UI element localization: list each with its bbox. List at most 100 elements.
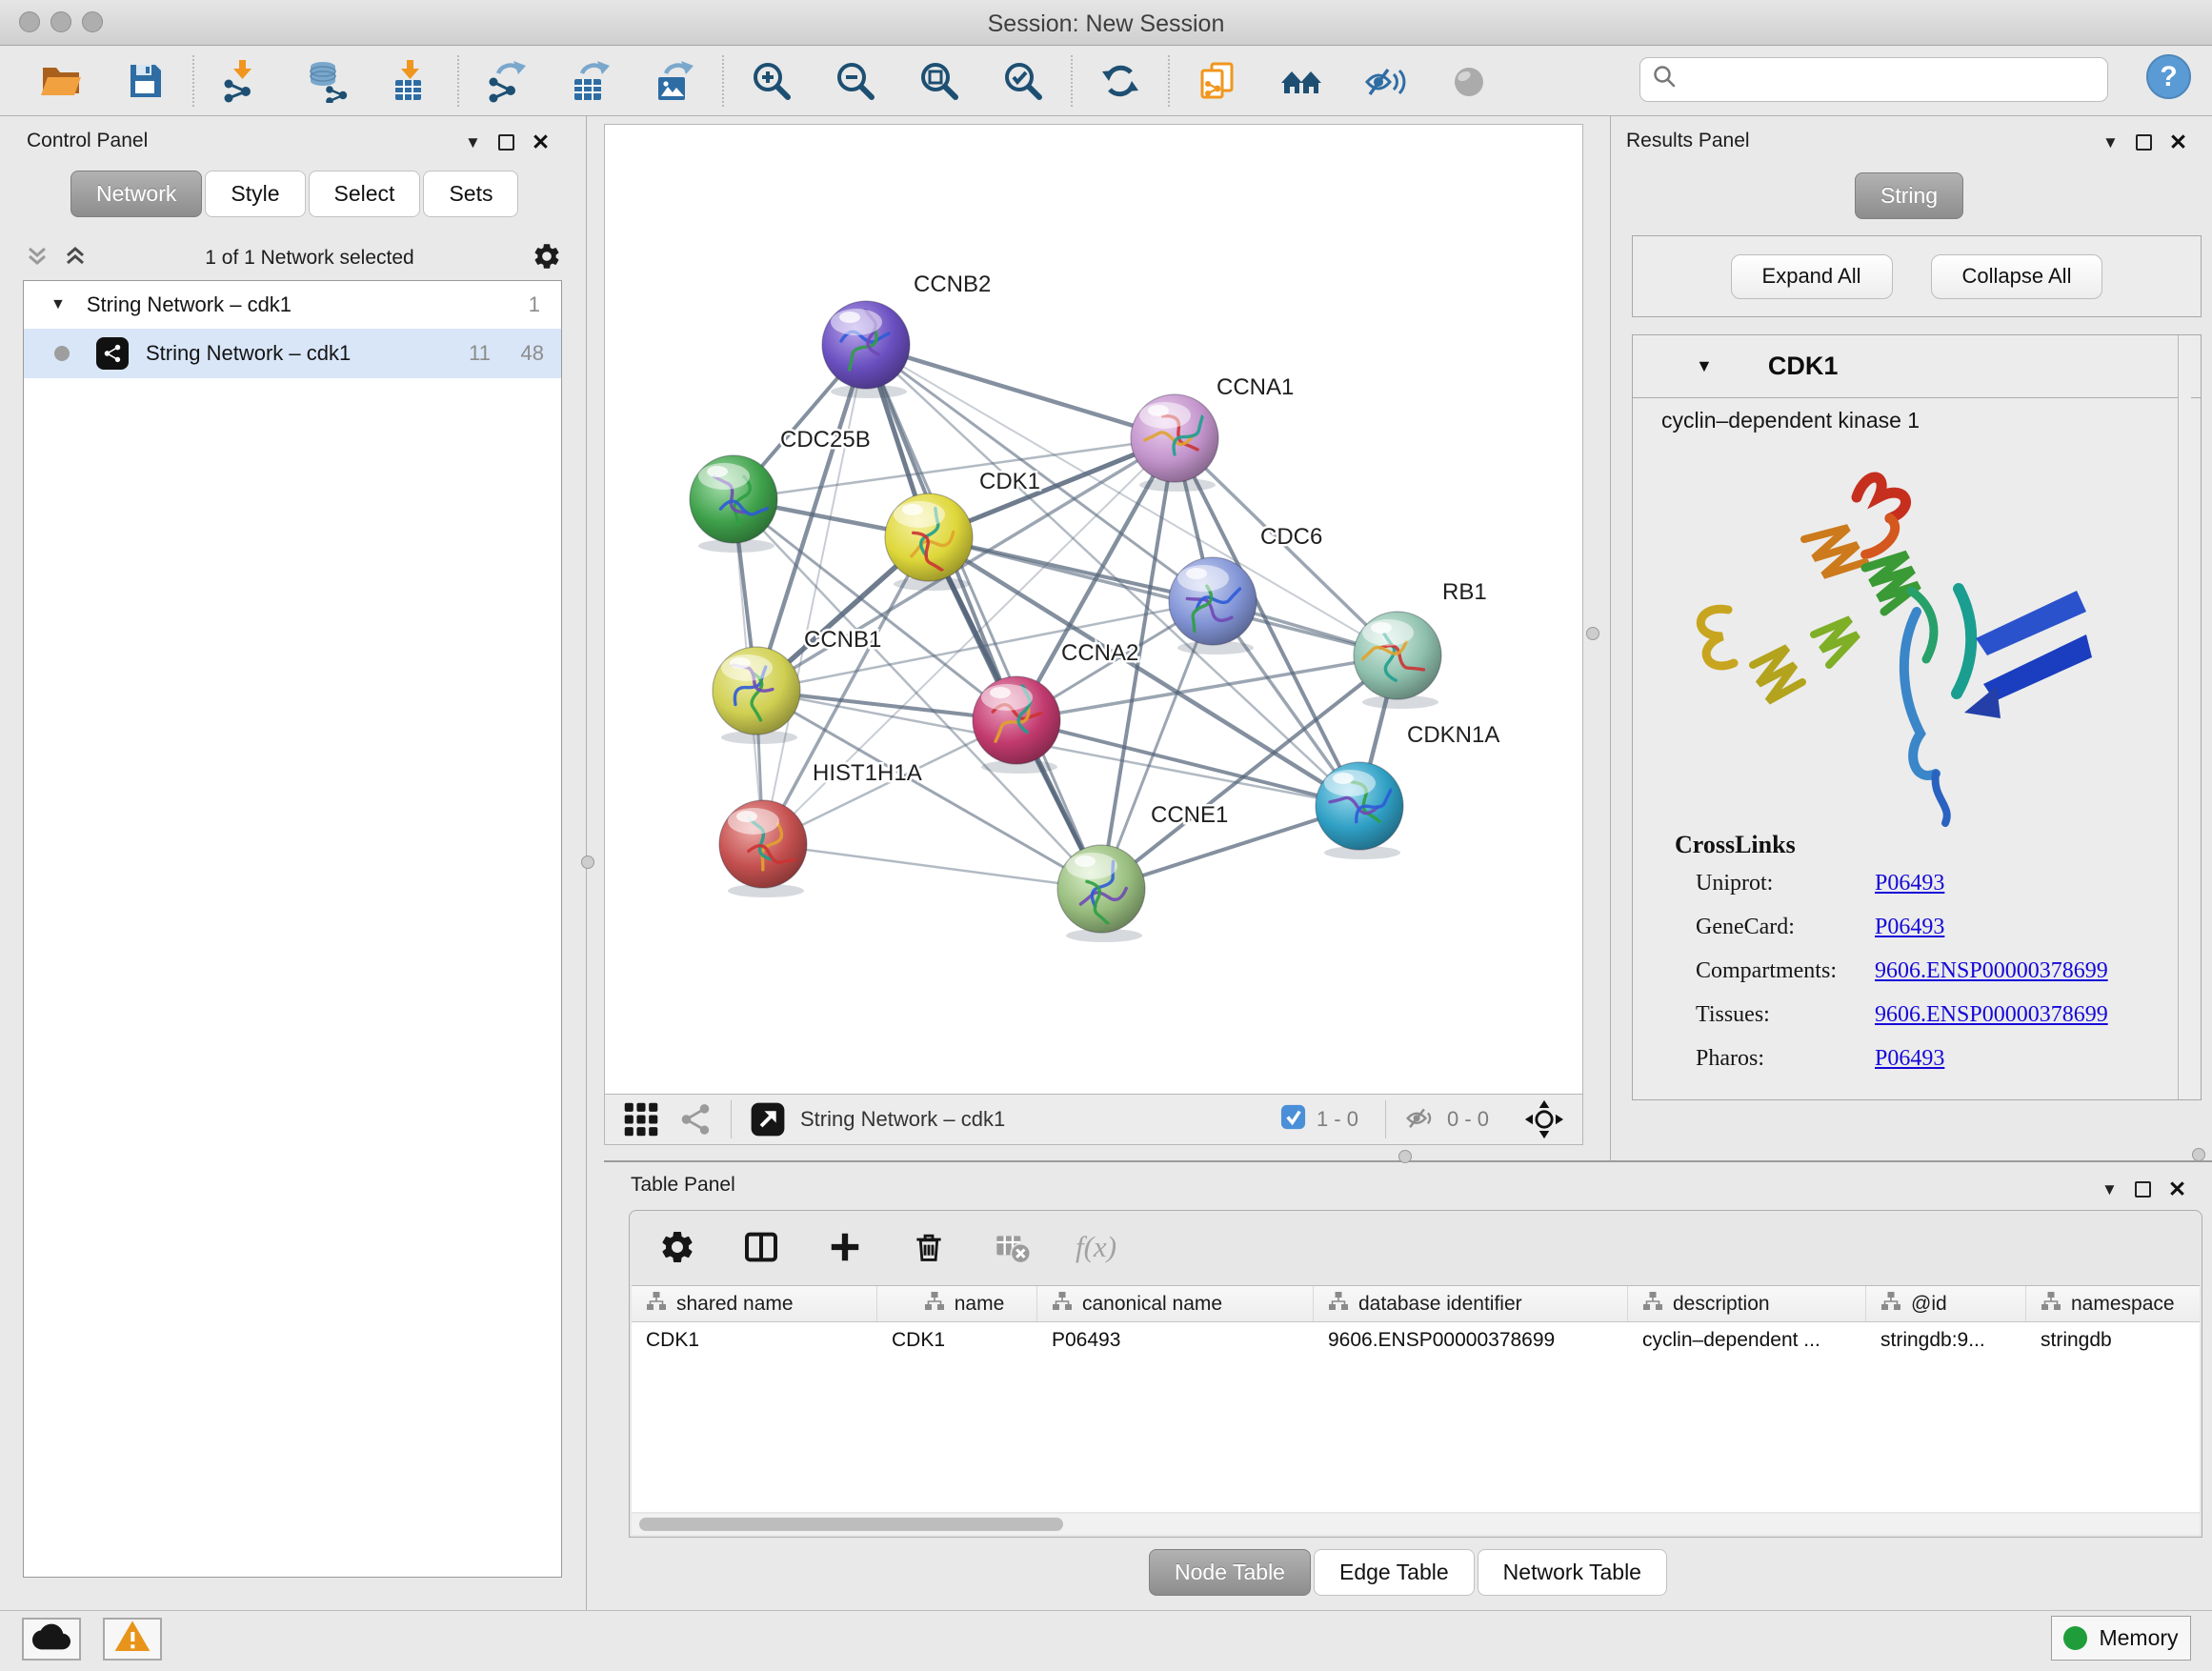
hide-graphics-details-button[interactable] <box>1362 58 1408 104</box>
network-edge-CDK1-RB1[interactable] <box>929 537 1398 655</box>
birds-eye-view-icon[interactable] <box>1523 1098 1565 1140</box>
column-header-namespace[interactable]: namespace <box>2026 1286 2200 1321</box>
network-edge-CCNB2-CCNA1[interactable] <box>866 345 1175 438</box>
section-expander-icon[interactable]: ▼ <box>1696 356 1713 376</box>
tab-edge-table[interactable]: Edge Table <box>1314 1549 1475 1596</box>
export-table-button[interactable] <box>568 58 613 104</box>
network-node-CDKN1A[interactable]: CDKN1A <box>1316 722 1499 859</box>
hidden-eye-slash-icon[interactable] <box>1403 1100 1438 1139</box>
tab-string[interactable]: String <box>1855 172 1963 219</box>
refresh-network-button[interactable] <box>1097 58 1143 104</box>
zoom-out-button[interactable] <box>833 58 878 104</box>
splitter-handle[interactable] <box>2192 1148 2205 1161</box>
column-header-canonical-name[interactable]: canonical name <box>1037 1286 1314 1321</box>
network-node-RB1[interactable]: RB1 <box>1354 579 1487 709</box>
results-scrollbar[interactable] <box>2178 335 2191 1099</box>
column-header-id[interactable]: @id <box>1866 1286 2026 1321</box>
table-panel: Table Panel ▼ ✕ f(x) shared name name ca… <box>604 1160 2212 1610</box>
splitter-handle[interactable] <box>581 856 594 869</box>
zoom-selected-button[interactable] <box>1000 58 1046 104</box>
tree-expander-icon[interactable]: ▼ <box>50 296 66 313</box>
column-header-name[interactable]: name <box>877 1286 1037 1321</box>
zoom-in-button[interactable] <box>749 58 794 104</box>
show-columns-button[interactable] <box>740 1226 782 1268</box>
delete-columns-button[interactable] <box>908 1226 950 1268</box>
control-panel-close-icon[interactable]: ✕ <box>532 131 550 153</box>
memory-button[interactable]: Memory <box>2051 1616 2191 1661</box>
network-edge-CCNB2-CCNE1[interactable] <box>866 345 1101 889</box>
gene-section-header[interactable]: ▼ CDK1 <box>1633 335 2201 398</box>
export-image-button[interactable] <box>652 58 697 104</box>
save-session-button[interactable] <box>122 58 168 104</box>
network-node-CCNB1[interactable]: CCNB1 <box>713 627 881 744</box>
import-network-from-file-button[interactable] <box>219 58 265 104</box>
splitter-handle[interactable] <box>1398 1150 1412 1163</box>
show-graphics-details-button[interactable] <box>1446 58 1492 104</box>
collapse-all-button[interactable]: Collapse All <box>1931 254 2103 299</box>
control-panel-collapse-icon[interactable]: ▼ <box>465 134 481 151</box>
network-row-selected[interactable]: String Network – cdk1 11 48 <box>24 329 561 378</box>
export-network-button[interactable] <box>484 58 530 104</box>
crosslink-uniprot-link[interactable]: P06493 <box>1875 871 1944 915</box>
crosslink-compartments-link[interactable]: 9606.ENSP00000378699 <box>1875 958 2108 1002</box>
table-panel-collapse-icon[interactable]: ▼ <box>2101 1181 2118 1198</box>
import-table-from-file-button[interactable] <box>387 58 432 104</box>
network-node-CCNA2[interactable]: CCNA2 <box>973 640 1138 774</box>
column-header-database-identifier[interactable]: database identifier <box>1314 1286 1628 1321</box>
results-panel-float-icon[interactable] <box>2136 134 2152 151</box>
table-panel-title: Table Panel <box>631 1174 735 1197</box>
cloud-status-button[interactable] <box>22 1618 81 1661</box>
tab-style[interactable]: Style <box>205 171 305 217</box>
crosslink-tissues-link[interactable]: 9606.ENSP00000378699 <box>1875 1002 2108 1046</box>
network-node-CDK1[interactable]: CDK1 <box>885 469 1040 591</box>
function-builder-icon[interactable]: f(x) <box>1076 1230 1116 1264</box>
zoom-fit-icon <box>917 59 961 103</box>
warnings-button[interactable] <box>103 1618 162 1661</box>
tab-network-table[interactable]: Network Table <box>1478 1549 1667 1596</box>
results-panel-close-icon[interactable]: ✕ <box>2169 131 2187 153</box>
collapse-all-networks-icon[interactable] <box>25 244 50 273</box>
detach-view-icon[interactable] <box>749 1100 787 1138</box>
table-panel-close-icon[interactable]: ✕ <box>2168 1178 2186 1200</box>
gear-icon[interactable] <box>532 241 562 276</box>
open-session-button[interactable] <box>38 58 84 104</box>
tab-node-table[interactable]: Node Table <box>1149 1549 1311 1596</box>
column-header-shared-name[interactable]: shared name <box>632 1286 877 1321</box>
network-canvas[interactable]: CCNB2CCNA1CDC25BCDK1CDC6RB1CCNB1CCNA2CDK… <box>604 124 1583 1095</box>
expand-all-button[interactable]: Expand All <box>1731 254 1893 299</box>
network-node-CCNB2[interactable]: CCNB2 <box>822 272 991 398</box>
cloud-icon <box>32 1618 70 1661</box>
table-panel-float-icon[interactable] <box>2135 1181 2151 1198</box>
network-node-CDC6[interactable]: CDC6 <box>1169 524 1322 654</box>
create-column-button[interactable] <box>824 1226 866 1268</box>
delete-table-button[interactable] <box>992 1226 1034 1268</box>
scrollbar-thumb[interactable] <box>639 1518 1063 1531</box>
zoom-fit-button[interactable] <box>916 58 962 104</box>
results-panel-collapse-icon[interactable]: ▼ <box>2102 134 2119 151</box>
column-header-description[interactable]: description <box>1628 1286 1866 1321</box>
expand-all-networks-icon[interactable] <box>63 244 88 273</box>
control-panel-float-icon[interactable] <box>498 134 514 151</box>
crosslink-pharos-link[interactable]: P06493 <box>1875 1046 1944 1090</box>
search-input[interactable] <box>1679 61 2107 99</box>
cybrowser-home-button[interactable] <box>1278 58 1324 104</box>
table-settings-button[interactable] <box>656 1226 698 1268</box>
help-button[interactable]: ? <box>2146 54 2191 99</box>
splitter-handle[interactable] <box>1586 627 1599 640</box>
network-node-CCNE1[interactable]: CCNE1 <box>1057 802 1228 942</box>
crosslink-genecard-link[interactable]: P06493 <box>1875 915 1944 958</box>
tab-select[interactable]: Select <box>309 171 421 217</box>
selected-checkbox-icon[interactable] <box>1279 1103 1307 1136</box>
network-collection-row[interactable]: ▼ String Network – cdk1 1 <box>24 281 561 329</box>
share-view-icon[interactable] <box>677 1101 714 1137</box>
grid-view-icon[interactable] <box>622 1100 660 1138</box>
clone-network-button[interactable] <box>1195 58 1240 104</box>
tab-sets[interactable]: Sets <box>423 171 518 217</box>
tab-network[interactable]: Network <box>70 171 202 217</box>
import-network-from-database-button[interactable] <box>303 58 349 104</box>
network-node-CDC25B[interactable]: CDC25B <box>690 427 871 553</box>
table-row[interactable]: CDK1 CDK1 P06493 9606.ENSP00000378699 cy… <box>632 1322 2200 1359</box>
network-node-label-HIST1H1A: HIST1H1A <box>813 760 922 786</box>
network-node-HIST1H1A[interactable]: HIST1H1A <box>719 760 922 897</box>
network-edge-HIST1H1A-CCNE1[interactable] <box>763 844 1101 889</box>
